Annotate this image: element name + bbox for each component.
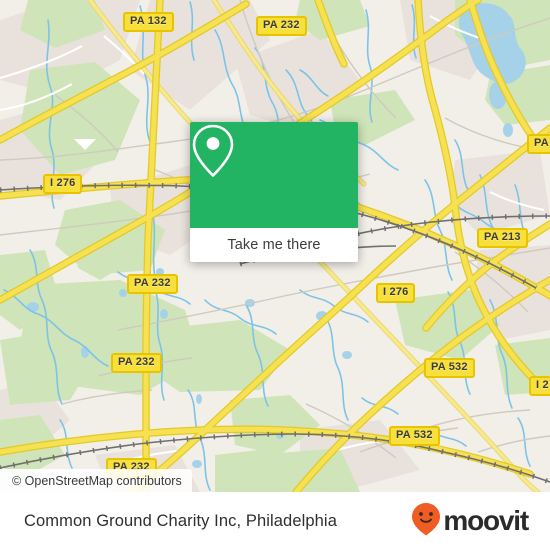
take-me-there-button[interactable]: Take me there [190, 228, 358, 262]
road-shield-pa-213: PA 213 [477, 228, 528, 248]
road-shield-i-276-right: I 276 [376, 283, 416, 303]
road-shield-pa-right-edge: PA [527, 134, 550, 154]
road-shield-i-276-left: I 276 [43, 174, 83, 194]
road-shield-pa-532-upper: PA 532 [424, 358, 475, 378]
location-popup-card[interactable]: Take me there [190, 122, 358, 262]
map-canvas[interactable]: PA 132 PA 232 PA I 276 PA 213 PA 232 I 2… [0, 0, 550, 492]
road-shield-i-2-edge: I 2 [529, 376, 550, 396]
map-attribution[interactable]: © OpenStreetMap contributors [0, 469, 192, 492]
road-shield-pa-232-top: PA 232 [256, 16, 307, 36]
take-me-there-label: Take me there [227, 237, 321, 253]
moovit-logo[interactable]: moovit [411, 502, 529, 541]
road-shield-pa-132: PA 132 [123, 12, 174, 32]
road-shield-pa-232-lower: PA 232 [111, 353, 162, 373]
place-name: Common Ground Charity Inc, Philadelphia [24, 511, 337, 530]
popup-pointer [74, 139, 96, 150]
attribution-text: © OpenStreetMap contributors [12, 473, 182, 488]
road-shield-pa-532-lower: PA 532 [389, 426, 440, 446]
map-screenshot: PA 132 PA 232 PA I 276 PA 213 PA 232 I 2… [0, 0, 550, 550]
popup-header [190, 122, 358, 228]
footer-bar: Common Ground Charity Inc, Philadelphia … [0, 492, 550, 550]
moovit-wordmark: moovit [443, 505, 529, 536]
moovit-smiley-pin-icon [411, 502, 441, 541]
road-shield-pa-232-mid: PA 232 [127, 274, 178, 294]
